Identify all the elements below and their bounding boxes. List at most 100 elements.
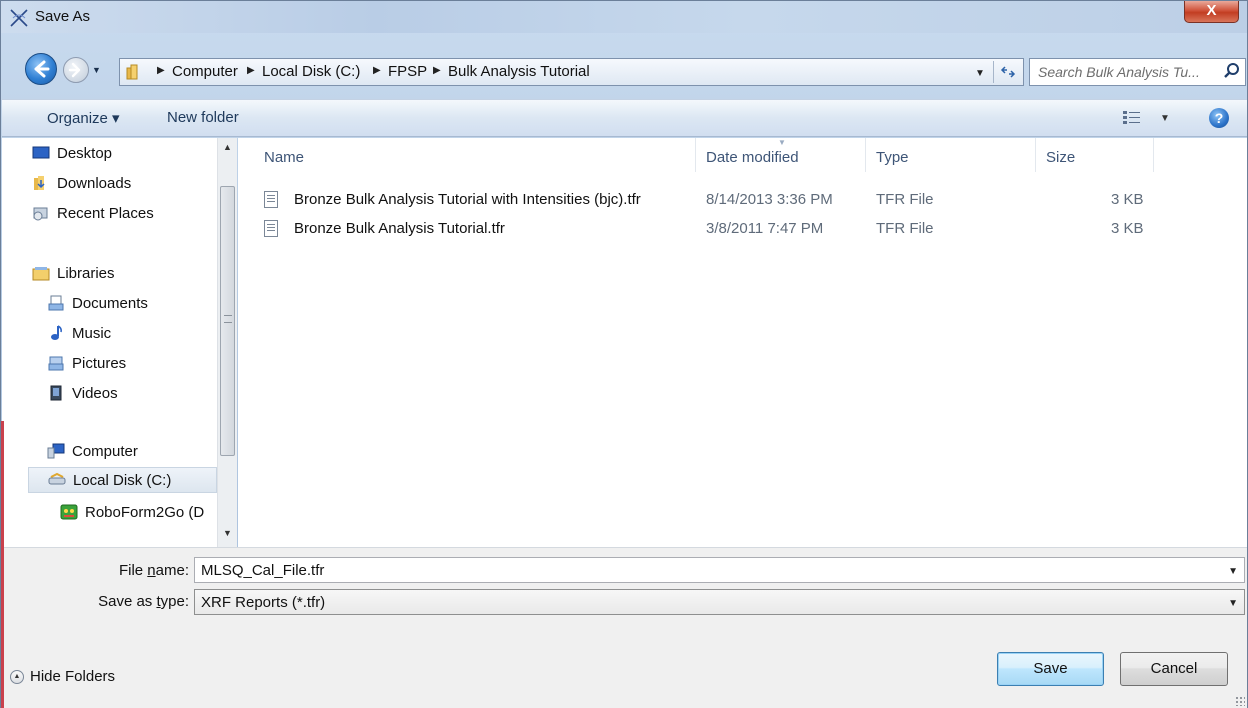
nav-item-label: Videos bbox=[72, 384, 118, 402]
nav-item-roboform2go[interactable]: RoboForm2Go (D bbox=[60, 499, 204, 525]
nav-item-local-disk[interactable]: Local Disk (C:) bbox=[28, 467, 217, 493]
save-as-dialog: Save As X ▼ ▶ Computer ▶ Local Disk (C:)… bbox=[0, 0, 1248, 708]
file-name-label: File name: bbox=[118, 562, 189, 579]
file-type: TFR File bbox=[876, 191, 934, 208]
app-icon bbox=[10, 9, 28, 27]
nav-item-documents[interactable]: Documents bbox=[47, 290, 148, 316]
breadcrumb-separator-icon[interactable]: ▶ bbox=[247, 65, 255, 76]
videos-icon bbox=[50, 385, 62, 401]
back-arrow-icon bbox=[34, 60, 50, 78]
nav-item-label: RoboForm2Go (D bbox=[85, 503, 205, 521]
close-button[interactable]: X bbox=[1184, 1, 1239, 23]
back-button[interactable] bbox=[25, 53, 57, 85]
column-header-name[interactable]: Name bbox=[264, 149, 304, 166]
nav-item-pictures[interactable]: Pictures bbox=[47, 350, 126, 376]
nav-item-videos[interactable]: Videos bbox=[47, 380, 118, 406]
breadcrumb-bulk-analysis[interactable]: Bulk Analysis Tutorial bbox=[448, 63, 590, 80]
nav-item-desktop[interactable]: Desktop bbox=[32, 140, 112, 166]
documents-icon bbox=[48, 295, 64, 311]
address-dropdown-icon[interactable]: ▼ bbox=[975, 68, 985, 79]
search-input[interactable]: Search Bulk Analysis Tu... bbox=[1038, 64, 1200, 80]
file-row[interactable]: Bronze Bulk Analysis Tutorial with Inten… bbox=[264, 188, 1244, 212]
nav-item-music[interactable]: Music bbox=[47, 320, 111, 346]
organize-menu-button[interactable]: Organize ▾ bbox=[47, 109, 120, 127]
scroll-up-icon[interactable]: ▲ bbox=[218, 138, 237, 156]
forward-button[interactable] bbox=[63, 57, 89, 83]
file-list: ▼ Name Date modified Type Size Bronze Bu… bbox=[238, 138, 1247, 547]
nav-pane-scrollbar[interactable]: ▲ ▼ bbox=[217, 138, 237, 547]
tfr-file-icon bbox=[264, 220, 278, 237]
save-options-panel: File name: MLSQ_Cal_File.tfr ▼ Save as t… bbox=[2, 547, 1247, 708]
help-button[interactable]: ? bbox=[1209, 108, 1229, 128]
file-date-modified: 8/14/2013 3:36 PM bbox=[706, 191, 833, 208]
column-divider[interactable] bbox=[865, 138, 866, 172]
forward-arrow-icon bbox=[68, 62, 81, 78]
nav-item-label: Pictures bbox=[72, 354, 127, 372]
file-name: Bronze Bulk Analysis Tutorial.tfr bbox=[294, 220, 505, 237]
file-row[interactable]: Bronze Bulk Analysis Tutorial.tfr 3/8/20… bbox=[264, 217, 1244, 241]
new-folder-button[interactable]: New folder bbox=[167, 109, 239, 126]
breadcrumb-fpsp[interactable]: FPSP bbox=[388, 63, 427, 80]
refresh-button[interactable] bbox=[993, 61, 1021, 83]
hide-folders-label[interactable]: Hide Folders bbox=[30, 668, 115, 685]
column-divider[interactable] bbox=[695, 138, 696, 172]
libraries-icon bbox=[32, 267, 50, 281]
breadcrumb-computer[interactable]: Computer bbox=[172, 63, 238, 80]
save-button[interactable]: Save bbox=[997, 652, 1104, 686]
nav-item-label: Desktop bbox=[57, 144, 113, 162]
dialog-title: Save As bbox=[35, 8, 91, 25]
column-header-type[interactable]: Type bbox=[876, 149, 909, 166]
resize-grip-icon[interactable] bbox=[1235, 696, 1245, 706]
nav-item-label: Recent Places bbox=[57, 204, 154, 222]
scroll-grip-icon bbox=[224, 315, 232, 323]
search-box[interactable]: Search Bulk Analysis Tu... bbox=[1029, 58, 1246, 86]
file-size: 3 KB bbox=[1111, 191, 1144, 208]
chevron-up-icon: ▲ bbox=[10, 669, 24, 684]
breadcrumb-local-disk[interactable]: Local Disk (C:) bbox=[262, 63, 360, 80]
tfr-file-icon bbox=[264, 191, 278, 208]
hide-folders-toggle[interactable]: ▲ Hide Folders bbox=[10, 668, 115, 685]
navigation-pane: Desktop Downloads Recent Places Librarie… bbox=[2, 138, 237, 547]
sort-indicator-icon: ▼ bbox=[778, 138, 786, 147]
file-name-dropdown-icon[interactable]: ▼ bbox=[1228, 566, 1238, 577]
save-as-type-value[interactable]: XRF Reports (*.tfr) bbox=[201, 594, 325, 611]
column-divider[interactable] bbox=[1153, 138, 1154, 172]
nav-item-label: Local Disk (C:) bbox=[73, 471, 172, 489]
change-view-icon[interactable] bbox=[1122, 110, 1142, 126]
column-header-size[interactable]: Size bbox=[1046, 149, 1075, 166]
file-name-value[interactable]: MLSQ_Cal_File.tfr bbox=[201, 562, 324, 579]
address-bar[interactable]: ▶ Computer ▶ Local Disk (C:) ▶ FPSP ▶ Bu… bbox=[119, 58, 1024, 86]
local-disk-icon bbox=[48, 472, 66, 485]
music-icon bbox=[51, 325, 62, 340]
history-dropdown-icon[interactable]: ▼ bbox=[92, 65, 101, 75]
nav-item-computer[interactable]: Computer bbox=[47, 438, 138, 464]
breadcrumb-separator-icon[interactable]: ▶ bbox=[157, 65, 165, 76]
computer-icon bbox=[47, 443, 65, 459]
file-name: Bronze Bulk Analysis Tutorial with Inten… bbox=[294, 191, 641, 208]
scroll-down-icon[interactable]: ▼ bbox=[218, 524, 237, 542]
refresh-icon bbox=[1000, 66, 1015, 78]
background-window-edge bbox=[1, 421, 4, 708]
nav-item-label: Documents bbox=[72, 294, 148, 312]
breadcrumb-separator-icon[interactable]: ▶ bbox=[433, 65, 441, 76]
desktop-icon bbox=[32, 146, 50, 159]
column-header-date-modified[interactable]: Date modified bbox=[706, 149, 799, 166]
nav-item-downloads[interactable]: Downloads bbox=[32, 170, 131, 196]
scrollbar-thumb[interactable] bbox=[220, 186, 235, 456]
save-as-type-select[interactable]: XRF Reports (*.tfr) ▼ bbox=[194, 589, 1245, 615]
downloads-folder-icon bbox=[34, 176, 45, 190]
view-options-dropdown-icon[interactable]: ▼ bbox=[1160, 113, 1170, 124]
file-type: TFR File bbox=[876, 220, 934, 237]
folder-icon bbox=[126, 64, 138, 80]
recent-places-icon bbox=[33, 207, 48, 221]
nav-item-recent-places[interactable]: Recent Places bbox=[32, 200, 154, 226]
column-divider[interactable] bbox=[1035, 138, 1036, 172]
save-as-type-dropdown-icon[interactable]: ▼ bbox=[1228, 598, 1238, 609]
cancel-button[interactable]: Cancel bbox=[1120, 652, 1228, 686]
save-as-type-label: Save as type: bbox=[98, 593, 189, 610]
file-name-input[interactable]: MLSQ_Cal_File.tfr ▼ bbox=[194, 557, 1245, 583]
nav-item-libraries[interactable]: Libraries bbox=[32, 260, 115, 286]
search-icon[interactable] bbox=[1223, 62, 1241, 80]
file-size: 3 KB bbox=[1111, 220, 1144, 237]
breadcrumb-separator-icon[interactable]: ▶ bbox=[373, 65, 381, 76]
